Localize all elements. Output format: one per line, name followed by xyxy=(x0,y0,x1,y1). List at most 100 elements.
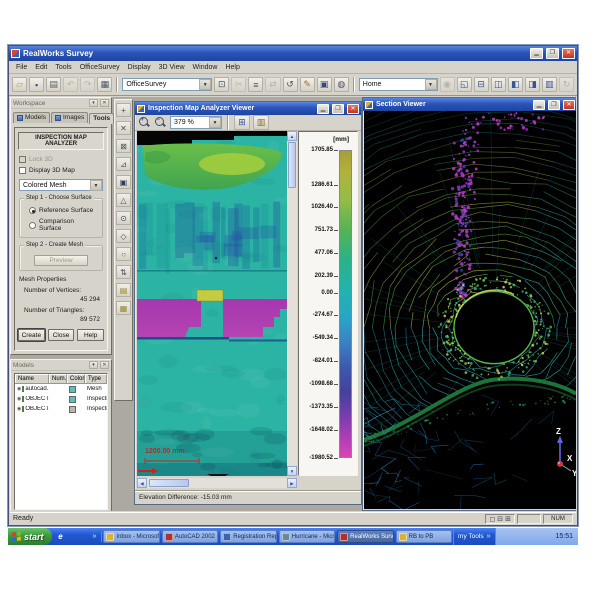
menu-item[interactable]: Display xyxy=(124,63,155,72)
tray-icon[interactable] xyxy=(537,533,544,540)
taskbar-task-button[interactable]: RealWorks Survey xyxy=(337,530,393,543)
visibility-eye-icon[interactable]: ◉ xyxy=(17,386,21,392)
tab-tools[interactable]: Tools xyxy=(89,113,114,124)
taskbar-task-button[interactable]: Hurricane - Micro... xyxy=(279,530,335,543)
quick-launch-icon[interactable]: e xyxy=(56,532,66,542)
column-header[interactable]: Name xyxy=(15,374,49,383)
radio-icon[interactable] xyxy=(29,222,36,229)
toolbar-icon[interactable]: ≡ xyxy=(248,77,263,92)
radio-icon[interactable] xyxy=(29,207,36,214)
checkbox-icon[interactable] xyxy=(19,156,26,163)
dock-tool-icon[interactable]: ⇅ xyxy=(116,265,131,279)
tab-images[interactable]: Images xyxy=(51,112,88,123)
toolbar-icon[interactable]: ◉ xyxy=(440,77,455,92)
column-header[interactable]: Num... xyxy=(49,374,67,383)
toolbar-icon[interactable]: ▱ xyxy=(12,77,27,92)
dock-tool-icon[interactable]: ⊙ xyxy=(116,211,131,225)
toolbar-icon[interactable]: ↺ xyxy=(283,77,298,92)
tray-icon[interactable] xyxy=(519,533,526,540)
taskbar-task-button[interactable]: AutoCAD 2002 xyxy=(162,530,218,543)
chevron-down-icon[interactable]: ▼ xyxy=(425,79,437,90)
map-settings-icon[interactable]: ▥ xyxy=(253,115,269,130)
toolbar-icon[interactable]: ⊡ xyxy=(214,77,229,92)
home-view-combo[interactable]: Home ▼ xyxy=(359,78,438,91)
dock-tool-icon[interactable]: ▣ xyxy=(116,175,131,189)
scrollbar-thumb[interactable] xyxy=(149,479,189,487)
menu-item[interactable]: Tools xyxy=(51,63,75,72)
scrollbar-thumb[interactable] xyxy=(288,142,296,188)
panel-pin-icon[interactable]: ▾ xyxy=(89,361,98,369)
scroll-right-icon[interactable]: ▶ xyxy=(287,478,297,488)
map-analyzer-titlebar[interactable]: Inspection Map Analyzer Viewer ▁ ❐ ✕ xyxy=(135,102,361,115)
dock-tool-icon[interactable]: ▦ xyxy=(116,301,131,315)
scroll-left-icon[interactable]: ◀ xyxy=(137,478,147,488)
menu-item[interactable]: Window xyxy=(189,63,222,72)
pointcloud-3d-canvas[interactable]: ZXY xyxy=(364,111,576,509)
chevron-down-icon[interactable]: ▼ xyxy=(199,79,211,90)
tab-models[interactable]: Models xyxy=(13,112,50,123)
taskbar-task-button[interactable]: RB to PB xyxy=(396,530,452,543)
dock-tool-icon[interactable]: ▤ xyxy=(116,283,131,297)
pane-layout-icon[interactable]: ⊟ xyxy=(497,515,503,523)
menu-item[interactable]: Help xyxy=(221,63,243,72)
zoom-level-combo[interactable]: 379 % ▼ xyxy=(170,116,222,129)
menu-item[interactable]: Edit xyxy=(31,63,51,72)
dock-tool-icon[interactable]: ✕ xyxy=(116,121,131,135)
color-swatch[interactable] xyxy=(69,396,76,403)
toolbar-icon[interactable]: ◫ xyxy=(491,77,506,92)
help-button[interactable]: Help xyxy=(77,329,104,341)
color-swatch[interactable] xyxy=(69,406,76,413)
toolbar-icon[interactable]: ◧ xyxy=(508,77,523,92)
taskbar-task-button[interactable]: Registration Rep... xyxy=(220,530,276,543)
toolbar-icon[interactable]: ◨ xyxy=(525,77,540,92)
visibility-eye-icon[interactable]: ◉ xyxy=(17,406,21,412)
dock-tool-icon[interactable]: ○ xyxy=(116,247,131,261)
minimize-button[interactable]: ▁ xyxy=(530,48,543,59)
scroll-down-icon[interactable]: ▼ xyxy=(287,466,297,476)
lock-3d-checkbox[interactable]: Lock 3D xyxy=(19,156,103,163)
chevron-down-icon[interactable]: ▼ xyxy=(209,117,221,128)
toolbar-icon[interactable]: ⊟ xyxy=(474,77,489,92)
toolbar-icon[interactable]: ▣ xyxy=(317,77,332,92)
color-swatch[interactable] xyxy=(69,386,76,393)
quick-launch-icon[interactable] xyxy=(80,532,90,542)
panel-close-icon[interactable]: ✕ xyxy=(100,99,109,107)
toolbar-icon[interactable]: ✎ xyxy=(300,77,315,92)
toolbar-icon[interactable]: ↻ xyxy=(559,77,574,92)
table-row[interactable]: ◉OBJECT... Inspectio xyxy=(15,404,107,414)
elevation-map-canvas[interactable]: 1200.00 mm xyxy=(137,131,287,476)
chevron-icon[interactable]: » xyxy=(486,533,492,540)
pane-layout-icon[interactable]: ◻ xyxy=(489,515,495,523)
dock-tool-icon[interactable]: + xyxy=(116,103,131,117)
map-vertical-scrollbar[interactable]: ▲ ▼ xyxy=(287,131,297,476)
close-button[interactable]: ✕ xyxy=(347,104,359,114)
reference-surface-radio[interactable]: Reference Surface xyxy=(29,207,97,214)
toolbar-icon[interactable]: ▥ xyxy=(542,77,557,92)
preview-button[interactable]: Preview xyxy=(34,255,88,266)
column-header[interactable]: Color xyxy=(67,374,85,383)
menu-item[interactable]: OfficeSurvey xyxy=(76,63,124,72)
toolbar-icon[interactable]: ◱ xyxy=(457,77,472,92)
menu-item[interactable]: 3D View xyxy=(155,63,189,72)
tray-icon[interactable] xyxy=(510,533,517,540)
dock-tool-icon[interactable]: ⊿ xyxy=(116,157,131,171)
quick-launch-overflow-icon[interactable]: » xyxy=(92,533,98,540)
maximize-button[interactable]: ❐ xyxy=(548,100,560,110)
toolbar-icon[interactable]: ▦ xyxy=(97,77,112,92)
chevron-down-icon[interactable]: ▼ xyxy=(90,180,102,191)
colored-mesh-select[interactable]: Colored Mesh ▼ xyxy=(19,179,103,191)
panel-pin-icon[interactable]: ▾ xyxy=(89,99,98,107)
panel-close-icon[interactable]: ✕ xyxy=(100,361,109,369)
create-button[interactable]: Create xyxy=(18,329,45,341)
section-viewer-titlebar[interactable]: Section Viewer ▁ ❐ ✕ xyxy=(363,98,576,111)
checkbox-icon[interactable] xyxy=(19,167,26,174)
toolbar-icon[interactable]: ⇄ xyxy=(265,77,280,92)
quick-launch-icon[interactable] xyxy=(68,532,78,542)
toolbar-icon[interactable]: ↷ xyxy=(80,77,95,92)
tray-icon[interactable] xyxy=(501,533,508,540)
dock-tool-icon[interactable]: △ xyxy=(116,193,131,207)
toolbar-icon[interactable]: ▤ xyxy=(46,77,61,92)
display-3d-map-checkbox[interactable]: Display 3D Map xyxy=(19,167,103,174)
tray-icon[interactable] xyxy=(546,533,553,540)
app-titlebar[interactable]: RealWorks Survey ▁ ❐ ✕ xyxy=(9,46,577,61)
